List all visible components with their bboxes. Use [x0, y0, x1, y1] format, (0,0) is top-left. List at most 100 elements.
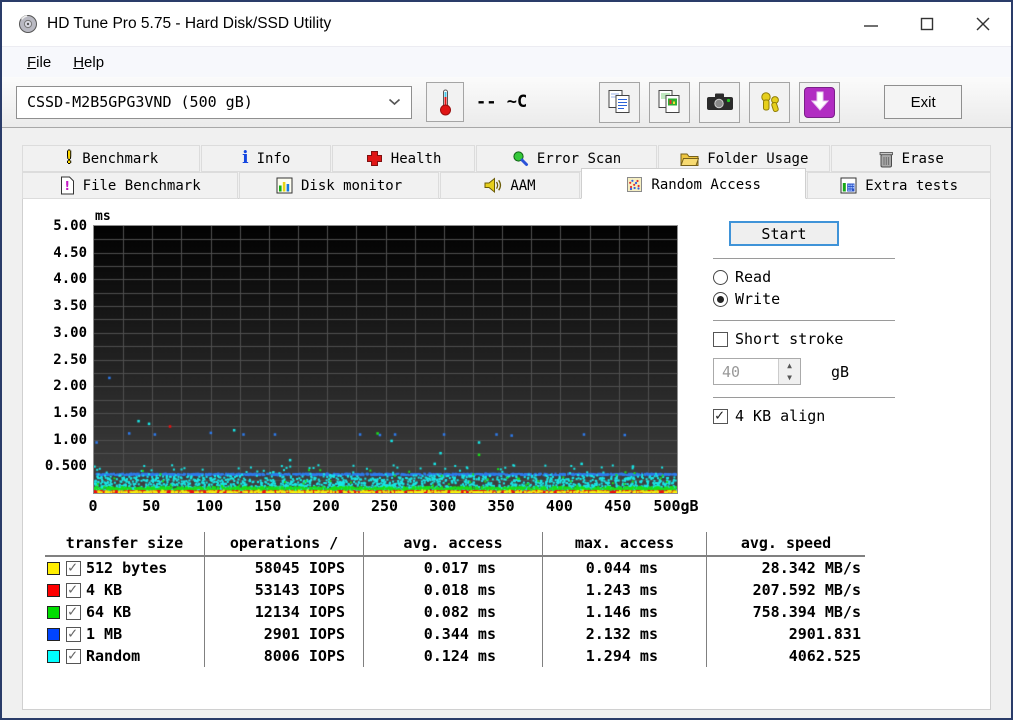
write-radio[interactable] — [713, 291, 728, 307]
y-tick-label: 1.00 — [53, 431, 87, 448]
avg-access-value: 0.082 ms — [364, 601, 543, 623]
series-checkbox[interactable] — [66, 646, 81, 664]
tools-icon — [760, 92, 779, 113]
read-radio-row[interactable]: Read — [713, 268, 990, 286]
read-radio[interactable] — [713, 269, 728, 285]
svg-text:!: ! — [64, 179, 69, 193]
screenshot-button[interactable] — [699, 81, 741, 123]
tab-info[interactable]: i Info — [201, 145, 332, 172]
write-radio-row[interactable]: Write — [713, 290, 990, 308]
maximize-icon — [920, 17, 934, 31]
drive-select[interactable]: CSSD-M2B5GPG3VND (500 gB) — [16, 85, 412, 119]
capacity-unit: gB — [831, 362, 850, 381]
iops-value: 53143 IOPS — [205, 579, 364, 601]
benchmark-icon: ! — [64, 148, 75, 168]
avg-speed-value: 2901.831 — [788, 625, 861, 643]
iops-value: 58045 IOPS — [205, 557, 364, 579]
x-tick-label: 350 — [487, 497, 515, 515]
close-button[interactable] — [955, 2, 1011, 46]
separator — [713, 397, 895, 398]
read-label: Read — [735, 268, 772, 286]
series-checkbox[interactable] — [66, 558, 81, 576]
series-checkbox[interactable] — [66, 624, 81, 642]
y-tick-label: 5.00 — [53, 218, 87, 234]
menu-help[interactable]: Help — [62, 54, 115, 71]
avg-access-value: 0.344 ms — [364, 623, 543, 645]
chevron-down-icon — [388, 98, 401, 106]
x-tick-label: 200 — [312, 497, 340, 515]
tabrow-1: ! Benchmark i Info Health Error Scan Fol… — [22, 145, 991, 172]
info-icon: i — [242, 148, 249, 168]
align-checkbox[interactable] — [713, 406, 728, 424]
tab-file-benchmark[interactable]: ! File Benchmark — [22, 172, 239, 199]
control-panel: Start Read Write Short stroke 40 ▲ ▼ gB … — [687, 209, 990, 518]
random-access-icon — [627, 177, 643, 192]
minimize-button[interactable] — [843, 2, 899, 46]
iops-value: 12134 IOPS — [205, 601, 364, 623]
short-stroke-checkbox[interactable] — [713, 331, 728, 347]
col-header: max. access — [543, 532, 707, 557]
avg-speed-value: 28.342 MB/s — [761, 559, 861, 577]
capacity-spinner[interactable]: 40 ▲ ▼ — [713, 358, 801, 385]
table-row-label: 1 MB — [45, 623, 205, 645]
tab-health[interactable]: Health — [332, 145, 475, 172]
tab-disk-monitor[interactable]: Disk monitor — [239, 172, 439, 199]
plot-wrap: 5.00 4.50 4.00 3.50 3.00 2.50 2.00 1.50 1.00 0.50… — [45, 218, 678, 494]
trash-icon — [879, 151, 893, 167]
x-tick-label: 450 — [604, 497, 632, 515]
series-swatch — [47, 605, 60, 619]
max-access-value: 1.243 ms — [543, 579, 707, 601]
avg-speed-value: 758.394 MB/s — [752, 603, 861, 621]
access-time-chart — [93, 225, 678, 494]
chart-area: ms 5.00 4.50 4.00 3.50 3.00 2.50 2.00 1.50 1.00 0… — [35, 209, 699, 518]
col-header: transfer size — [45, 532, 205, 557]
file-benchmark-icon: ! — [60, 176, 74, 195]
copy-image-icon — [658, 90, 680, 113]
write-label: Write — [735, 290, 781, 308]
col-header: operations / — [205, 532, 364, 557]
x-tick-label: 500gB — [653, 497, 699, 515]
tools-button[interactable] — [749, 81, 791, 123]
series-checkbox[interactable] — [66, 580, 81, 598]
avg-access-value: 0.124 ms — [364, 645, 543, 667]
magnifier-icon — [513, 151, 528, 166]
start-button[interactable]: Start — [729, 221, 839, 246]
exit-button[interactable]: Exit — [884, 85, 963, 119]
save-button[interactable] — [799, 81, 841, 123]
x-tick-label: 0 — [88, 497, 98, 515]
y-axis-unit: ms — [95, 209, 111, 224]
spinner-down-icon[interactable]: ▼ — [779, 372, 800, 385]
series-swatch — [47, 627, 60, 641]
maximize-button[interactable] — [899, 2, 955, 46]
table-row-label: 512 bytes — [45, 557, 205, 579]
tab-aam[interactable]: AAM — [439, 172, 581, 199]
series-swatch — [47, 583, 60, 597]
drive-select-value: CSSD-M2B5GPG3VND (500 gB) — [27, 93, 253, 111]
tab-erase[interactable]: Erase — [831, 145, 991, 172]
tab-random-access[interactable]: Random Access — [581, 168, 807, 199]
y-tick-label: 1.50 — [53, 404, 87, 421]
tab-benchmark[interactable]: ! Benchmark — [22, 145, 201, 172]
series-checkbox[interactable] — [66, 602, 81, 620]
col-header: avg. speed — [707, 532, 865, 557]
copy-image-button[interactable] — [649, 81, 691, 123]
copy-text-icon — [608, 90, 630, 113]
temperature-button[interactable] — [426, 82, 464, 122]
y-tick-label: 2.00 — [53, 378, 87, 395]
app-window: HD Tune Pro 5.75 - Hard Disk/SSD Utility… — [0, 0, 1013, 720]
x-tick-label: 100 — [196, 497, 224, 515]
thermometer-icon — [439, 89, 451, 116]
short-stroke-row[interactable]: Short stroke — [713, 330, 990, 348]
copy-text-button[interactable] — [599, 81, 641, 123]
window-title: HD Tune Pro 5.75 - Hard Disk/SSD Utility — [47, 15, 332, 32]
separator — [713, 320, 895, 321]
spinner-up-icon[interactable]: ▲ — [779, 359, 800, 372]
x-tick-label: 300 — [429, 497, 457, 515]
app-icon — [19, 15, 37, 33]
avg-access-value: 0.018 ms — [364, 579, 543, 601]
capacity-value: 40 — [722, 362, 741, 381]
tab-extra-tests[interactable]: Extra tests — [807, 172, 992, 199]
align-row[interactable]: 4 KB align — [713, 406, 990, 425]
y-tick-label: 3.50 — [53, 298, 87, 315]
menu-file[interactable]: File — [16, 54, 62, 71]
